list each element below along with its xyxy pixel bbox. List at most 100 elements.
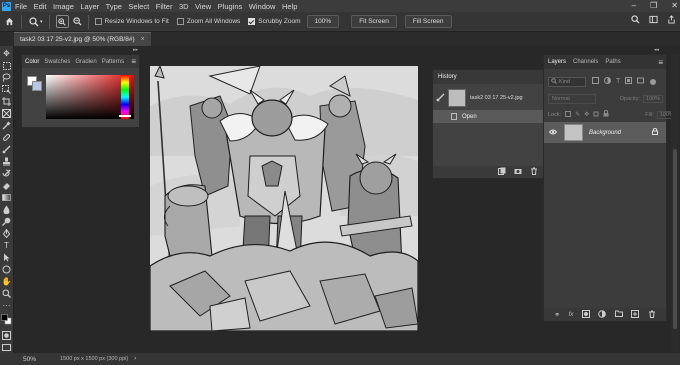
menu-file[interactable]: File: [15, 2, 27, 11]
home-icon[interactable]: [5, 17, 14, 26]
document-tab[interactable]: task2 03 17 25-v2.jpg @ 50% (RGB/8#) ×: [14, 32, 151, 46]
filter-type-icon[interactable]: T: [616, 78, 620, 85]
menu-help[interactable]: Help: [282, 2, 297, 11]
eyedropper-tool-icon[interactable]: [1, 120, 12, 131]
menu-type[interactable]: Type: [106, 2, 122, 11]
gradient-tool-icon[interactable]: [1, 192, 12, 203]
clone-stamp-tool-icon[interactable]: [1, 156, 12, 167]
panel-menu-icon[interactable]: ≡: [131, 57, 136, 66]
lock-artboard-icon[interactable]: [593, 111, 599, 119]
delete-layer-icon[interactable]: [648, 310, 656, 320]
menu-filter[interactable]: Filter: [156, 2, 173, 11]
menu-3d[interactable]: 3D: [179, 2, 189, 11]
menu-select[interactable]: Select: [128, 2, 149, 11]
scrubby-zoom-checkbox[interactable]: Scrubby Zoom: [248, 18, 301, 25]
status-arrow-icon[interactable]: ›: [134, 356, 136, 362]
move-tool-icon[interactable]: ✥: [1, 48, 12, 59]
layer-row[interactable]: Background: [544, 122, 666, 143]
color-swatches-icon[interactable]: [1, 314, 12, 325]
lock-position-icon[interactable]: ✥: [584, 111, 589, 118]
filter-pixel-icon[interactable]: [592, 77, 599, 86]
screen-mode-icon[interactable]: [1, 342, 12, 353]
lock-image-icon[interactable]: ✎: [575, 111, 580, 118]
lasso-tool-icon[interactable]: [1, 72, 12, 83]
zoom-100-button[interactable]: 100%: [306, 15, 340, 28]
history-brush-tool-icon[interactable]: [1, 168, 12, 179]
fit-screen-button[interactable]: Fit Screen: [351, 15, 397, 28]
zoom-tool-sidebar-icon[interactable]: [1, 288, 12, 299]
tab-layers[interactable]: Layers: [548, 59, 566, 65]
blur-tool-icon[interactable]: [1, 204, 12, 215]
filter-adjustment-icon[interactable]: [604, 77, 611, 86]
tab-patterns[interactable]: Patterns: [102, 59, 124, 65]
tab-channels[interactable]: Channels: [573, 59, 598, 65]
blend-mode-select[interactable]: Normal: [548, 93, 596, 104]
menu-image[interactable]: Image: [53, 2, 74, 11]
menu-edit[interactable]: Edit: [34, 2, 47, 11]
hue-slider[interactable]: [121, 75, 129, 119]
panel-collapse-icon[interactable]: ◂◂: [654, 47, 659, 53]
add-mask-icon[interactable]: [581, 309, 590, 320]
filter-toggle-icon[interactable]: [650, 78, 657, 85]
fill-screen-button[interactable]: Fill Screen: [404, 15, 452, 28]
adjustment-layer-icon[interactable]: [598, 309, 607, 320]
history-item[interactable]: Open: [433, 110, 543, 123]
foreground-background-swatch[interactable]: [27, 76, 42, 91]
close-window-icon[interactable]: ✕: [671, 1, 678, 10]
menu-view[interactable]: View: [195, 2, 211, 11]
opacity-input[interactable]: 100%: [642, 94, 663, 103]
frame-tool-icon[interactable]: [1, 108, 12, 119]
more-tools-icon[interactable]: ···: [1, 300, 12, 311]
path-selection-tool-icon[interactable]: [1, 252, 12, 263]
filter-kind-select[interactable]: Kind: [548, 76, 586, 87]
panel-collapse-icon[interactable]: ▸▸: [133, 47, 138, 53]
document-canvas[interactable]: [150, 66, 418, 331]
workspace-icon[interactable]: [649, 15, 658, 26]
lock-transparent-icon[interactable]: [565, 110, 572, 119]
type-tool-icon[interactable]: T: [1, 240, 12, 251]
eraser-tool-icon[interactable]: [1, 180, 12, 191]
camera-snapshot-icon[interactable]: [514, 167, 522, 177]
marquee-tool-icon[interactable]: [1, 60, 12, 71]
healing-brush-tool-icon[interactable]: [1, 132, 12, 143]
history-snapshot[interactable]: task2 03 17 25-v2.jpg: [433, 87, 543, 109]
tab-color[interactable]: Color: [25, 59, 39, 65]
zoom-level[interactable]: 50%: [23, 356, 36, 363]
delete-state-icon[interactable]: [530, 167, 538, 177]
scrollbar-thumb[interactable]: [673, 149, 677, 329]
menu-plugins[interactable]: Plugins: [218, 2, 243, 11]
search-icon[interactable]: [631, 15, 640, 26]
pen-tool-icon[interactable]: [1, 228, 12, 239]
resize-windows-checkbox[interactable]: Resize Windows to Fit: [94, 18, 169, 25]
lock-all-icon[interactable]: [603, 109, 609, 119]
hand-tool-icon[interactable]: ✋: [1, 276, 12, 287]
ellipse-tool-icon[interactable]: [1, 264, 12, 275]
vertical-scrollbar[interactable]: [671, 54, 679, 352]
new-layer-icon[interactable]: [631, 309, 640, 320]
tab-swatches[interactable]: Swatches: [44, 59, 70, 65]
tab-paths[interactable]: Paths: [605, 59, 620, 65]
close-tab-icon[interactable]: ×: [141, 36, 145, 43]
tab-gradients[interactable]: Gradien: [75, 59, 96, 65]
group-folder-icon[interactable]: [614, 310, 623, 319]
panel-menu-icon[interactable]: ≡: [658, 58, 663, 67]
background-color-swatch[interactable]: [32, 81, 42, 91]
zoom-out-icon[interactable]: [72, 17, 82, 26]
object-selection-tool-icon[interactable]: [1, 84, 12, 95]
zoom-tool-icon[interactable]: ▾: [29, 16, 43, 27]
filter-smart-object-icon[interactable]: [637, 77, 645, 86]
filter-shape-icon[interactable]: [625, 77, 633, 86]
brush-source-icon[interactable]: [436, 93, 445, 104]
photoshop-logo-icon[interactable]: Ps: [2, 1, 11, 11]
new-document-from-state-icon[interactable]: [498, 167, 506, 177]
quick-mask-icon[interactable]: [1, 330, 12, 341]
menu-window[interactable]: Window: [249, 2, 276, 11]
maximize-icon[interactable]: ❐: [650, 1, 657, 10]
menu-layer[interactable]: Layer: [80, 2, 99, 11]
minimize-icon[interactable]: –: [632, 1, 636, 10]
share-icon[interactable]: [667, 15, 676, 26]
layer-name[interactable]: Background: [589, 130, 621, 136]
hue-slider-handle[interactable]: [119, 115, 131, 117]
zoom-in-icon[interactable]: [55, 15, 69, 28]
zoom-all-windows-checkbox[interactable]: Zoom All Windows: [176, 18, 240, 25]
